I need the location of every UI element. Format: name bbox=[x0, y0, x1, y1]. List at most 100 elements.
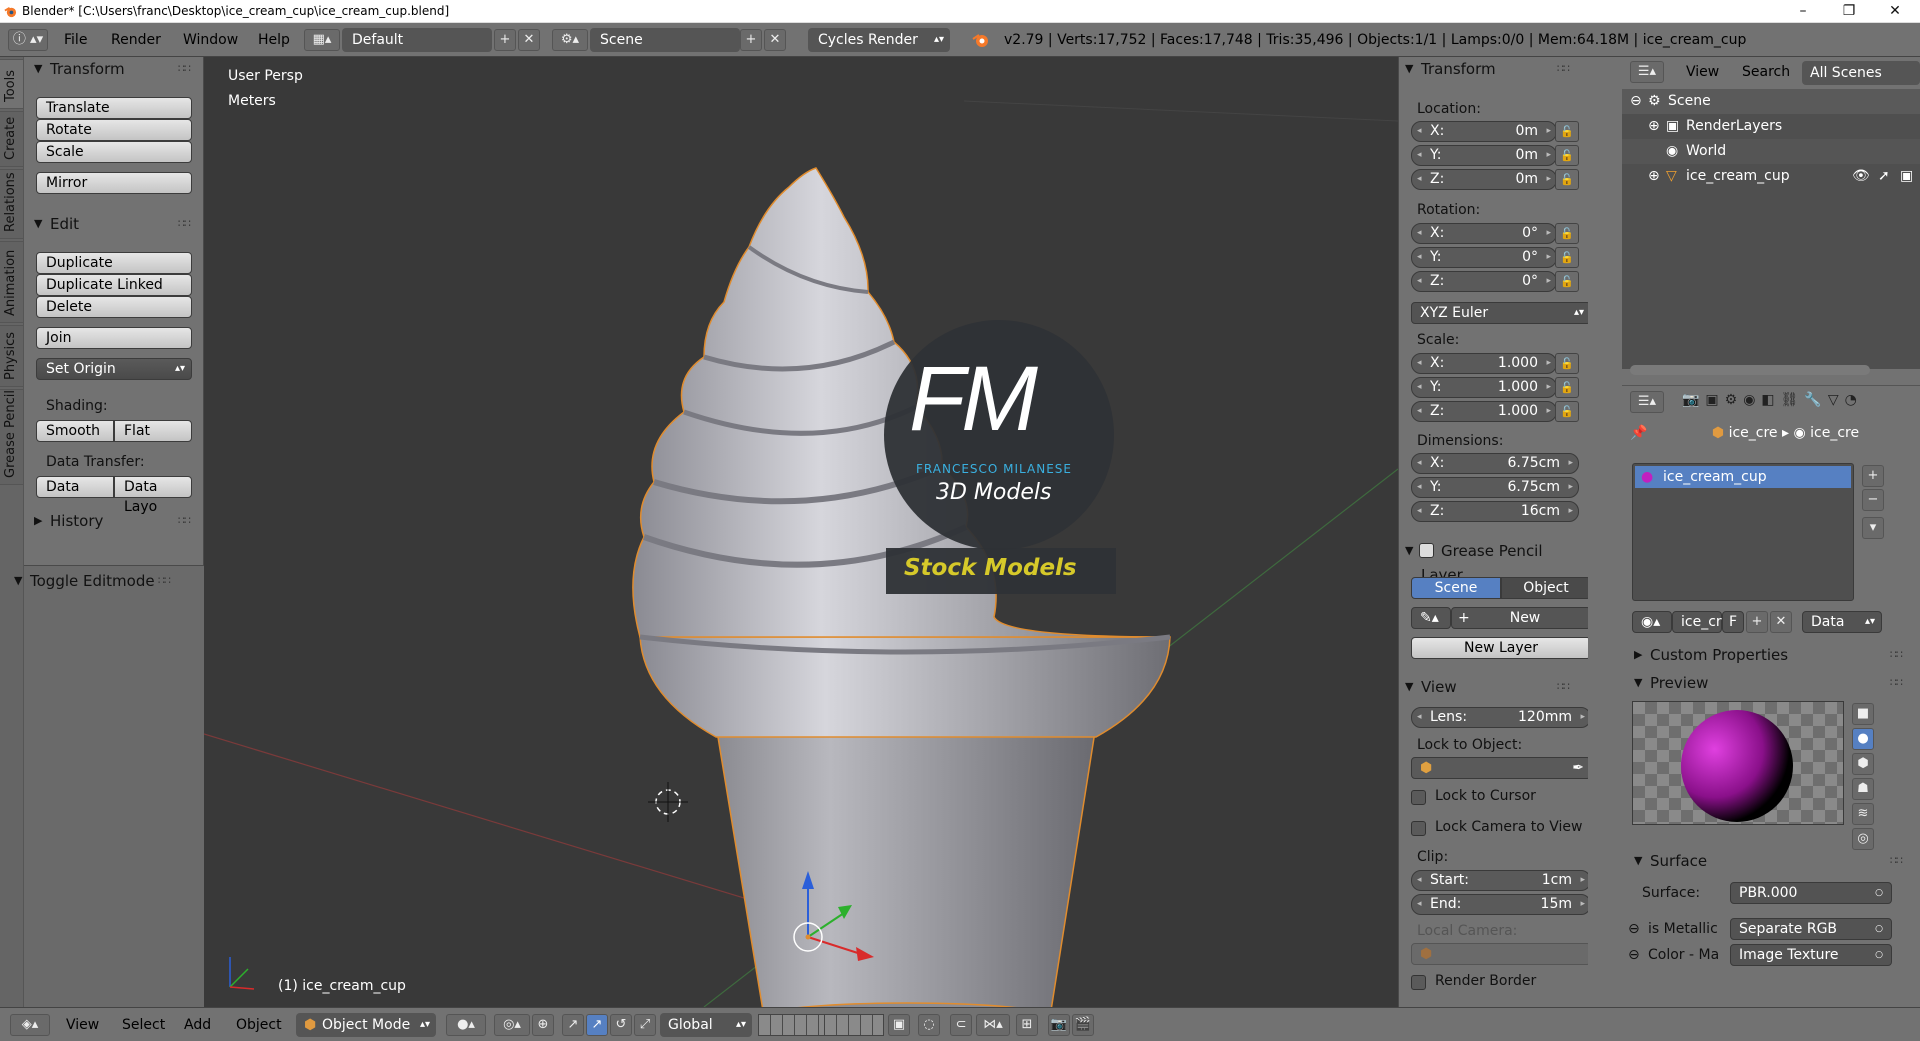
surface-header[interactable]: ▼ Surface ∷∷ bbox=[1630, 849, 1910, 873]
menu-help[interactable]: Help bbox=[258, 32, 290, 48]
shade-flat-button[interactable]: Flat bbox=[114, 420, 192, 442]
duplicate-linked-button[interactable]: Duplicate Linked bbox=[36, 274, 192, 296]
lock-object-field[interactable]: ⬢ ✒ bbox=[1411, 757, 1591, 779]
lock-icon[interactable]: 🔓 bbox=[1555, 169, 1579, 190]
transform-panel-header[interactable]: ▼ Transform ∷∷ bbox=[30, 57, 198, 81]
preview-header[interactable]: ▼ Preview ∷∷ bbox=[1630, 671, 1910, 695]
manipulator-toggle-icon[interactable]: ⊕ bbox=[532, 1014, 554, 1036]
grease-pencil-checkbox[interactable] bbox=[1419, 543, 1434, 558]
tab-grease-pencil[interactable]: Grease Pencil bbox=[0, 389, 24, 485]
metallic-socket-icon[interactable]: ⊖ bbox=[1628, 921, 1640, 937]
unlink-material-icon[interactable]: ✕ bbox=[1770, 611, 1792, 633]
delete-button[interactable]: Delete bbox=[36, 296, 192, 318]
lock-icon[interactable]: 🔓 bbox=[1555, 271, 1579, 292]
translate-button[interactable]: Translate bbox=[36, 97, 192, 119]
menu-file[interactable]: File bbox=[64, 32, 87, 48]
set-origin-dropdown[interactable]: Set Origin ▴▾ bbox=[36, 358, 192, 380]
translate-manipulator-icon[interactable]: ↗ bbox=[586, 1014, 608, 1036]
menu-render[interactable]: Render bbox=[111, 32, 161, 48]
pivot-point-icon[interactable]: ◎▴ bbox=[494, 1014, 530, 1036]
custom-props-header[interactable]: ▶ Custom Properties ∷∷ bbox=[1630, 643, 1910, 667]
fake-user-button[interactable]: F bbox=[1722, 611, 1744, 633]
gp-scene-button[interactable]: Scene bbox=[1411, 577, 1501, 599]
lock-to-cursor-checkbox[interactable] bbox=[1411, 790, 1426, 805]
add-slot-icon[interactable]: + bbox=[1862, 465, 1884, 487]
scale-x-field[interactable]: ◂ X: 1.000 ▸ bbox=[1411, 353, 1557, 374]
remove-slot-icon[interactable]: − bbox=[1862, 489, 1884, 511]
add-scene-icon[interactable]: + bbox=[740, 29, 762, 51]
material-slot-item[interactable]: ● ice_cream_cup bbox=[1635, 466, 1851, 488]
3d-view-editor-icon[interactable]: ◈▴ bbox=[10, 1014, 50, 1036]
location-z-field[interactable]: ◂ Z: 0m ▸ bbox=[1411, 169, 1557, 190]
lock-camera-checkbox[interactable] bbox=[1411, 821, 1426, 836]
editor-type-info-icon[interactable]: ⓘ ▴▾ bbox=[8, 29, 48, 51]
material-name-field[interactable]: ice_cr bbox=[1672, 611, 1722, 633]
preview-type-buttons[interactable]: ■ ● ⬢ ☗ ≋ ◎ bbox=[1852, 703, 1878, 850]
tab-relations[interactable]: Relations bbox=[0, 169, 24, 239]
mirror-button[interactable]: Mirror bbox=[36, 172, 192, 194]
scale-manipulator-icon[interactable]: ⤢ bbox=[634, 1014, 656, 1036]
shade-smooth-button[interactable]: Smooth bbox=[36, 420, 114, 442]
render-border-checkbox[interactable] bbox=[1411, 975, 1426, 990]
tab-tools[interactable]: Tools bbox=[0, 59, 24, 109]
outliner-menu-view[interactable]: View bbox=[1686, 64, 1719, 80]
outliner-row-scene[interactable]: ⊖ ⚙ Scene bbox=[1622, 89, 1920, 114]
outliner-row-renderlayers[interactable]: ⊕ ▣ RenderLayers bbox=[1622, 114, 1920, 139]
layer-buttons-2[interactable] bbox=[824, 1014, 884, 1036]
menu-view[interactable]: View bbox=[66, 1017, 99, 1033]
rotation-z-field[interactable]: ◂ Z: 0° ▸ bbox=[1411, 271, 1557, 292]
gp-new-layer-button[interactable]: New Layer bbox=[1411, 637, 1591, 659]
rotation-x-field[interactable]: ◂ X: 0° ▸ bbox=[1411, 223, 1557, 244]
transform-manipulator-icon[interactable]: ↗ bbox=[562, 1014, 584, 1036]
tab-create[interactable]: Create bbox=[0, 111, 24, 167]
menu-window[interactable]: Window bbox=[183, 32, 238, 48]
local-camera-field[interactable]: ⬢ bbox=[1411, 943, 1591, 965]
render-engine-dropdown[interactable]: Cycles Render ▴▾ bbox=[808, 28, 950, 52]
rotate-button[interactable]: Rotate bbox=[36, 119, 192, 141]
link-dropdown[interactable]: Data ▴▾ bbox=[1802, 611, 1882, 633]
n-transform-header[interactable]: ▼ Transform ∷∷ bbox=[1401, 57, 1577, 81]
menu-add[interactable]: Add bbox=[184, 1017, 211, 1033]
data-transfer-button[interactable]: Data bbox=[36, 476, 114, 498]
metallic-input-dropdown[interactable]: Separate RGB ○ bbox=[1730, 918, 1892, 940]
scene-icon[interactable]: ⚙▴ bbox=[552, 29, 588, 51]
opengl-render-icon[interactable]: 📷 bbox=[1048, 1014, 1070, 1036]
toggle-editmode-header[interactable]: ▼ Toggle Editmode ∷∷ bbox=[10, 569, 178, 593]
tab-physics[interactable]: Physics bbox=[0, 325, 24, 387]
dimension-y-field[interactable]: ◂ Y: 6.75cm ▸ bbox=[1411, 477, 1579, 498]
lock-icon[interactable]: 🔓 bbox=[1555, 401, 1579, 422]
snap-toggle-icon[interactable]: ⊂ bbox=[950, 1014, 972, 1036]
snap-target-icon[interactable]: ⊞ bbox=[1016, 1014, 1038, 1036]
scale-button[interactable]: Scale bbox=[36, 141, 192, 163]
remove-scene-icon[interactable]: ✕ bbox=[764, 29, 786, 51]
screen-layout-icon[interactable]: ▦▴ bbox=[304, 29, 340, 51]
rotation-y-field[interactable]: ◂ Y: 0° ▸ bbox=[1411, 247, 1557, 268]
lock-icon[interactable]: 🔓 bbox=[1555, 223, 1579, 244]
scene-dropdown[interactable]: Scene bbox=[590, 28, 740, 52]
duplicate-button[interactable]: Duplicate bbox=[36, 252, 192, 274]
3d-viewport[interactable]: User Persp Meters (1) ice_cream_cup FM F… bbox=[204, 57, 1398, 1007]
lens-field[interactable]: ◂ Lens: 120mm ▸ bbox=[1411, 707, 1591, 728]
material-browse-icon[interactable]: ◉▴ bbox=[1632, 611, 1672, 633]
mode-dropdown[interactable]: ⬢ Object Mode ▴▾ bbox=[296, 1013, 436, 1037]
proportional-edit-icon[interactable]: ◌ bbox=[918, 1014, 940, 1036]
scale-z-field[interactable]: ◂ Z: 1.000 ▸ bbox=[1411, 401, 1557, 422]
outliner-editor-icon[interactable]: ☰▴ bbox=[1630, 61, 1664, 83]
rotate-manipulator-icon[interactable]: ↺ bbox=[610, 1014, 632, 1036]
outliner-scrollbar[interactable] bbox=[1630, 365, 1870, 375]
location-y-field[interactable]: ◂ Y: 0m ▸ bbox=[1411, 145, 1557, 166]
maximize-button[interactable]: ❐ bbox=[1826, 0, 1872, 23]
lock-icon[interactable]: 🔓 bbox=[1555, 377, 1579, 398]
layer-lock-icon[interactable]: ▣ bbox=[888, 1014, 910, 1036]
remove-layout-icon[interactable]: ✕ bbox=[518, 29, 540, 51]
lock-icon[interactable]: 🔓 bbox=[1555, 145, 1579, 166]
lock-icon[interactable]: 🔓 bbox=[1555, 121, 1579, 142]
context-tabs-icons[interactable]: 📷▣⚙◉◧⛓🔧▽◔ bbox=[1682, 392, 1920, 414]
history-panel-header[interactable]: ▶ History ∷∷ bbox=[30, 509, 198, 533]
snap-element-icon[interactable]: ⋈▴ bbox=[976, 1014, 1010, 1036]
color-socket-icon[interactable]: ⊖ bbox=[1628, 947, 1640, 963]
grease-pencil-header[interactable]: ▼ Grease Pencil Layer bbox=[1401, 539, 1577, 584]
join-button[interactable]: Join bbox=[36, 327, 192, 349]
menu-select[interactable]: Select bbox=[122, 1017, 165, 1033]
lock-icon[interactable]: 🔓 bbox=[1555, 247, 1579, 268]
